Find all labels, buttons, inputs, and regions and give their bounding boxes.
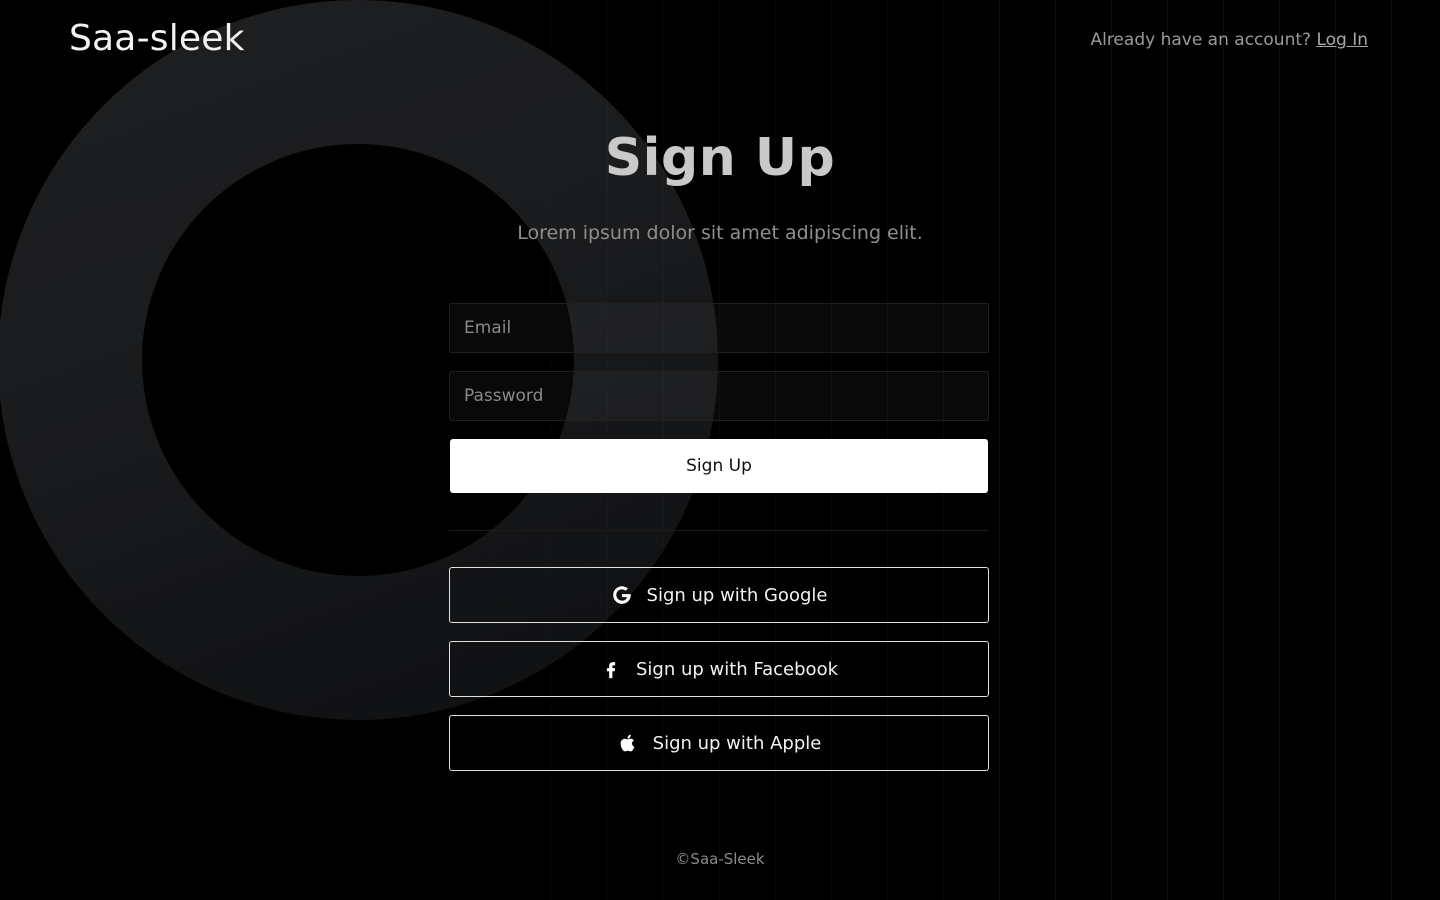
- email-field[interactable]: [449, 303, 989, 353]
- sign-up-button[interactable]: Sign Up: [450, 439, 988, 493]
- login-prompt-text: Already have an account?: [1090, 30, 1312, 50]
- footer-copyright: ©Saa-Sleek: [675, 850, 765, 868]
- signup-page: Saa-sleek Already have an account? Log I…: [0, 0, 1440, 900]
- facebook-signup-button[interactable]: Sign up with Facebook: [449, 641, 989, 697]
- apple-icon: [617, 732, 639, 754]
- google-signup-button[interactable]: Sign up with Google: [449, 567, 989, 623]
- google-signup-label: Sign up with Google: [646, 584, 828, 606]
- apple-signup-button[interactable]: Sign up with Apple: [449, 715, 989, 771]
- brand-logo[interactable]: Saa-sleek: [69, 18, 245, 59]
- apple-signup-label: Sign up with Apple: [652, 732, 822, 754]
- google-icon: [611, 584, 633, 606]
- divider: [449, 530, 989, 531]
- page-title: Sign Up: [604, 128, 836, 188]
- login-prompt: Already have an account? Log In: [1090, 30, 1368, 50]
- password-field[interactable]: [449, 371, 989, 421]
- signup-form: Sign Up Sign up with Google Sign up with…: [449, 303, 989, 771]
- login-link[interactable]: Log In: [1316, 30, 1368, 50]
- facebook-signup-label: Sign up with Facebook: [635, 658, 839, 680]
- page-subtitle: Lorem ipsum dolor sit amet adipiscing el…: [517, 222, 923, 244]
- facebook-icon: [600, 658, 622, 680]
